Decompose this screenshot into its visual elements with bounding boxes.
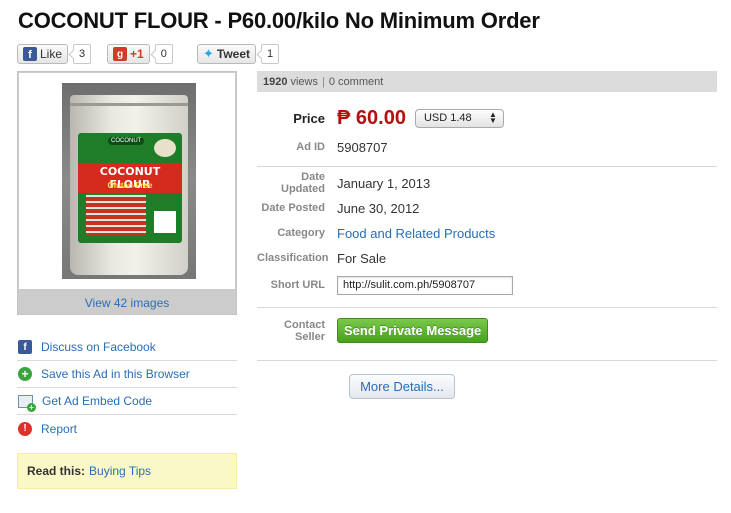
classification-label: Classification <box>257 252 329 264</box>
buying-tips-box: Read this: Buying Tips <box>17 453 237 489</box>
classification-value: For Sale <box>337 250 387 266</box>
twitter-bird-icon: ✦ <box>203 46 214 61</box>
date-posted-label: Date Posted <box>261 202 325 214</box>
link-label: Get Ad Embed Code <box>42 394 153 408</box>
tips-label: Read this: <box>27 464 86 478</box>
save-plus-icon: + <box>18 367 32 381</box>
view-images-link[interactable]: View 42 images <box>18 296 236 310</box>
category-link[interactable]: Food and Related Products <box>337 226 495 241</box>
stats-separator: | <box>322 75 325 88</box>
facebook-like-button[interactable]: f Like <box>17 44 69 64</box>
report-alert-icon: ! <box>18 421 32 436</box>
date-updated-value: January 1, 2013 <box>337 175 431 191</box>
tweet-widget: ✦ Tweet 1 <box>197 43 280 65</box>
divider <box>257 307 717 308</box>
ad-id-row: Ad ID 5908707 <box>257 137 717 157</box>
facebook-icon: f <box>18 340 32 354</box>
package-label: COCONUT COCONUT FLOUR Gluten-Free <box>78 133 182 243</box>
views-suffix: views <box>290 75 318 88</box>
contact-seller-label: Contact Seller <box>284 319 325 343</box>
package-subtitle: Gluten-Free <box>107 181 153 190</box>
ad-id-label: Ad ID <box>296 141 325 153</box>
buying-tips-link[interactable]: Buying Tips <box>89 464 151 478</box>
tweet-count: 1 <box>261 44 280 64</box>
embed-code-link[interactable]: Get Ad Embed Code <box>17 388 237 415</box>
send-private-message-button[interactable]: Send Private Message <box>337 318 489 343</box>
gplus-count: 0 <box>154 44 173 64</box>
facebook-like-widget: f Like 3 <box>17 43 92 65</box>
category-label: Category <box>277 227 325 239</box>
gplus-label: +1 <box>130 47 144 61</box>
report-link[interactable]: ! Report <box>17 415 237 442</box>
product-image[interactable]: COCONUT COCONUT FLOUR Gluten-Free <box>19 73 235 289</box>
tweet-label: Tweet <box>216 47 251 61</box>
embed-code-icon <box>18 394 36 412</box>
package-zip <box>70 103 188 106</box>
package-nutrition-box <box>154 211 176 233</box>
currency-selected-value: USD 1.48 <box>423 112 472 124</box>
save-ad-link[interactable]: + Save this Ad in this Browser <box>17 361 237 388</box>
date-posted-row: Date Posted June 30, 2012 <box>257 198 717 218</box>
ad-actions-list: f Discuss on Facebook + Save this Ad in … <box>17 334 237 442</box>
link-label: Discuss on Facebook <box>41 340 156 354</box>
price-value: ₱ 60.00 <box>337 106 406 129</box>
category-row: Category Food and Related Products <box>257 223 717 243</box>
short-url-label: Short URL <box>270 279 325 291</box>
price-label: Price <box>293 110 325 126</box>
contact-seller-row: Contact Seller Send Private Message <box>257 318 717 348</box>
short-url-field[interactable] <box>337 275 513 295</box>
tweet-button[interactable]: ✦ Tweet <box>197 44 257 64</box>
like-label: Like <box>40 47 63 61</box>
divider <box>257 166 717 167</box>
package-text-lines <box>86 195 146 235</box>
google-plus-button[interactable]: g +1 <box>107 44 150 64</box>
google-plus-icon: g <box>113 47 127 61</box>
google-plus-widget: g +1 0 <box>107 43 173 65</box>
currency-select[interactable]: USD 1.48 ▲ ▼ <box>414 108 504 128</box>
divider <box>257 360 717 361</box>
image-gallery: COCONUT COCONUT FLOUR Gluten-Free View 4… <box>17 71 237 315</box>
link-label: Report <box>41 421 78 436</box>
page-title: COCONUT FLOUR - P60.00/kilo No Minimum O… <box>18 8 540 33</box>
discuss-facebook-link[interactable]: f Discuss on Facebook <box>17 334 237 361</box>
link-label: Save this Ad in this Browser <box>41 367 190 381</box>
more-details-button[interactable]: More Details... <box>349 374 455 399</box>
like-count: 3 <box>73 44 92 64</box>
short-url-row: Short URL <box>257 274 717 296</box>
ad-id-value: 5908707 <box>337 139 388 155</box>
date-updated-label: Date Updated <box>281 171 325 195</box>
views-count: 1920 <box>263 75 288 88</box>
flour-package: COCONUT COCONUT FLOUR Gluten-Free <box>70 95 188 275</box>
select-arrows-icon: ▲ ▼ <box>489 110 497 125</box>
classification-row: Classification For Sale <box>257 248 717 268</box>
stats-bar: 1920 views | 0 comment <box>257 71 717 92</box>
date-posted-value: June 30, 2012 <box>337 200 420 216</box>
comments-count: 0 comment <box>328 75 384 88</box>
price-row: Price ₱ 60.00 USD 1.48 ▲ ▼ <box>257 106 717 130</box>
coconut-graphic <box>154 139 176 157</box>
facebook-icon: f <box>23 47 37 61</box>
date-updated-row: Date Updated January 1, 2013 <box>257 171 717 195</box>
package-brand: COCONUT <box>108 137 145 145</box>
